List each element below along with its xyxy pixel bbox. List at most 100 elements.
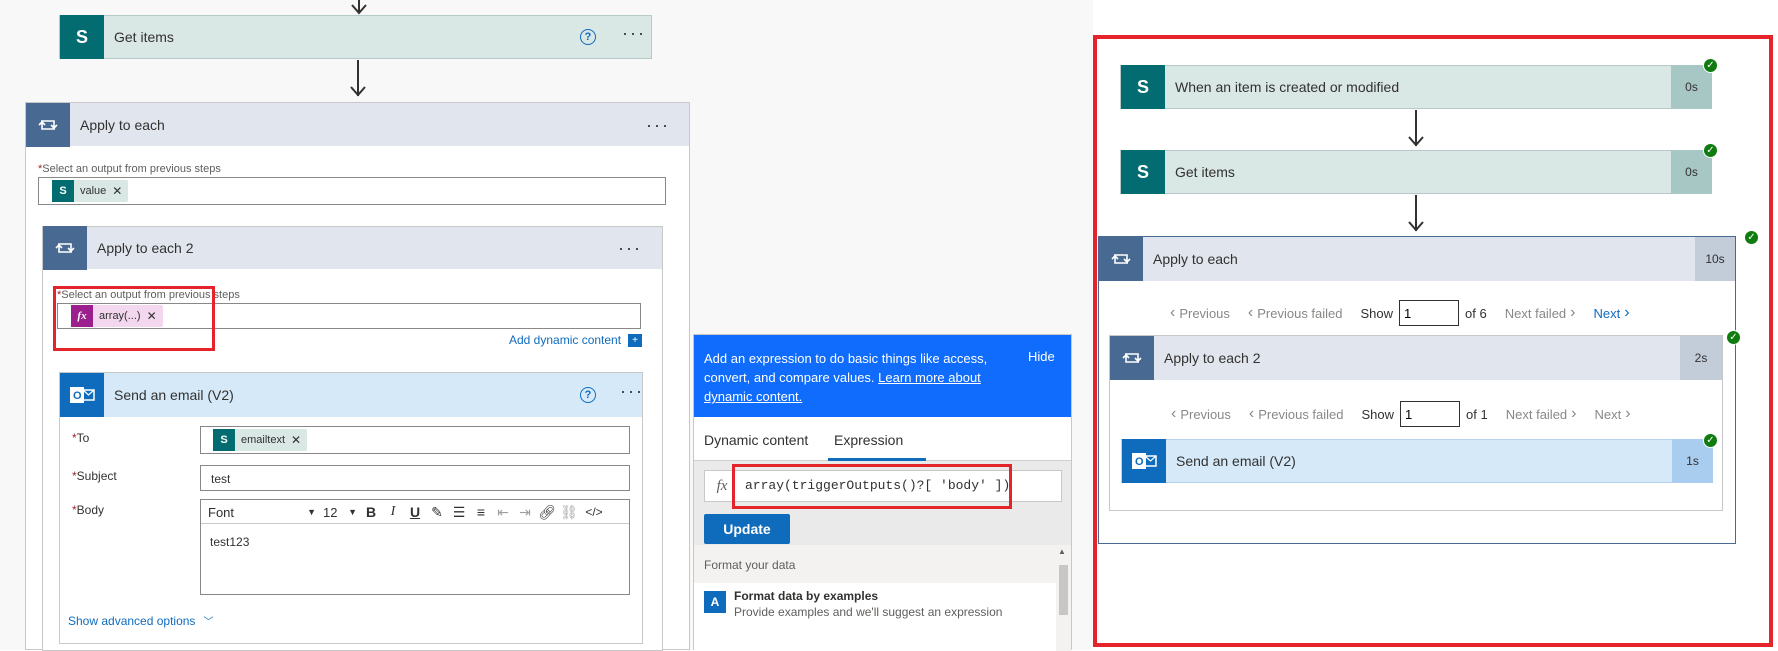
format-item-title[interactable]: Format data by examples: [734, 589, 878, 603]
get-items-card[interactable]: S Get items ? ···: [59, 15, 652, 59]
next-failed-button[interactable]: Next failed ›: [1506, 405, 1577, 423]
card-title: Apply to each: [80, 117, 165, 133]
hide-button[interactable]: Hide: [1028, 349, 1055, 364]
card-title: Get items: [1175, 164, 1235, 180]
success-check-icon: ✓: [1726, 330, 1741, 345]
body-label: *Body: [72, 503, 105, 517]
previous-button[interactable]: ‹ Previous: [1171, 405, 1231, 423]
sharepoint-icon: S: [213, 429, 235, 451]
remove-token-icon[interactable]: ✕: [112, 184, 128, 198]
card-title: Send an email (V2): [114, 387, 234, 403]
highlight-pen-icon[interactable]: ✎: [428, 503, 446, 521]
iteration-pager: ‹Previous ‹Previous failed Show of 6 Nex…: [1170, 300, 1648, 326]
more-options-icon[interactable]: ···: [622, 24, 646, 42]
emailtext-token[interactable]: S emailtext ✕: [213, 429, 308, 451]
format-by-example-icon: A: [704, 591, 726, 613]
loop-icon: [26, 103, 70, 147]
more-options-icon[interactable]: ···: [646, 116, 670, 134]
remove-token-icon[interactable]: ✕: [291, 433, 307, 447]
next-failed-button[interactable]: Next failed ›: [1505, 304, 1576, 322]
show-label: Show: [1361, 406, 1395, 422]
add-dynamic-icon[interactable]: +: [628, 334, 642, 347]
previous-button[interactable]: ‹ Previous: [1170, 304, 1230, 322]
scroll-up-icon[interactable]: ▲: [1058, 547, 1066, 556]
subject-input[interactable]: test: [200, 465, 630, 491]
run-apply-to-each-card: Apply to each 10s ‹ Previous ‹ Previous fa…: [1098, 236, 1736, 544]
to-label: *To: [72, 431, 90, 445]
panel-info-text: Add an expression to do basic things lik…: [704, 351, 988, 404]
show-advanced-options-link[interactable]: Show advanced options ﹀: [68, 613, 214, 629]
outlook-icon: O: [1122, 439, 1166, 483]
loop-icon: [43, 226, 87, 270]
page-count: of 6: [1465, 305, 1487, 321]
sharepoint-icon: S: [1121, 150, 1165, 194]
select-output-input[interactable]: [38, 177, 666, 205]
highlight-box: [732, 464, 1012, 509]
success-check-icon: ✓: [1703, 143, 1718, 158]
iteration-input[interactable]: [1399, 300, 1460, 326]
send-email-card: O Send an email (V2) ? ··· *To S emailte…: [59, 372, 643, 644]
page-count: of 1: [1466, 406, 1488, 422]
loop-icon: [1110, 336, 1154, 380]
success-check-icon: ✓: [1703, 433, 1718, 448]
svg-text:O: O: [1135, 456, 1144, 468]
tab-expression[interactable]: Expression: [834, 432, 903, 448]
apply-to-each-card: Apply to each ··· *Select an output from…: [25, 102, 690, 651]
next-button[interactable]: Next ›: [1594, 405, 1630, 423]
previous-failed-button[interactable]: ‹ Previous failed: [1248, 304, 1343, 322]
success-check-icon: ✓: [1744, 230, 1759, 245]
card-title: Apply to each 2: [1164, 350, 1261, 366]
tab-dynamic-content[interactable]: Dynamic content: [704, 432, 808, 448]
token-label: value: [80, 185, 107, 197]
duration-badge: 2s: [1680, 336, 1722, 380]
next-button[interactable]: Next ›: [1593, 304, 1629, 322]
card-title: Get items: [114, 29, 174, 45]
font-dropdown[interactable]: Font ▼: [208, 503, 316, 521]
underline-icon[interactable]: U: [406, 503, 424, 521]
more-options-icon[interactable]: ···: [620, 382, 644, 400]
format-header: Format your data: [704, 558, 796, 572]
arrow-down-icon: [1408, 136, 1424, 147]
body-text: test123: [210, 535, 250, 549]
duration-badge: 10s: [1695, 237, 1735, 281]
update-button[interactable]: Update: [704, 514, 790, 544]
card-title: Send an email (V2): [1176, 453, 1296, 469]
run-trigger-card[interactable]: S When an item is created or modified 0s: [1120, 65, 1712, 109]
decrease-indent-icon[interactable]: ⇤: [494, 503, 512, 521]
sharepoint-icon: S: [60, 15, 104, 59]
numbered-list-icon[interactable]: ≡: [472, 503, 490, 521]
link-icon[interactable]: 🔗︎: [538, 503, 556, 521]
select-output-label: *Select an output from previous steps: [38, 163, 221, 175]
sharepoint-icon: S: [52, 180, 74, 202]
show-label: Show: [1360, 305, 1394, 321]
run-apply-to-each-2-card: Apply to each 2 2s ‹ Previous ‹ Previous f…: [1109, 335, 1723, 511]
run-get-items-card[interactable]: S Get items 0s: [1120, 150, 1712, 194]
svg-text:O: O: [73, 390, 82, 402]
chevron-down-icon: ﹀: [203, 617, 214, 628]
code-view-icon[interactable]: </>: [582, 503, 606, 521]
add-dynamic-content-link[interactable]: Add dynamic content: [509, 333, 621, 347]
highlight-box: [53, 286, 215, 351]
font-size-dropdown[interactable]: 12 ▼: [323, 503, 357, 521]
value-token[interactable]: S value ✕: [52, 180, 129, 202]
run-send-email-card[interactable]: O Send an email (V2) 1s: [1121, 439, 1713, 483]
unlink-icon[interactable]: ⛓︎: [560, 503, 578, 521]
bullet-list-icon[interactable]: ☰: [450, 503, 468, 521]
card-title: When an item is created or modified: [1175, 79, 1400, 95]
help-icon[interactable]: ?: [580, 29, 596, 45]
bold-icon[interactable]: B: [362, 503, 380, 521]
increase-indent-icon[interactable]: ⇥: [516, 503, 534, 521]
iteration-pager: ‹Previous ‹Previous failed Show of 1 Nex…: [1171, 401, 1649, 427]
more-options-icon[interactable]: ···: [618, 239, 642, 257]
help-icon[interactable]: ?: [580, 387, 596, 403]
arrow-down-icon: [1408, 221, 1424, 232]
iteration-input[interactable]: [1400, 401, 1461, 427]
card-title: Apply to each 2: [97, 240, 194, 256]
italic-icon[interactable]: I: [384, 503, 402, 521]
sharepoint-icon: S: [1121, 65, 1165, 109]
arrow-down-icon: [350, 86, 366, 97]
scrollbar-thumb[interactable]: [1059, 565, 1068, 615]
card-title: Apply to each: [1153, 251, 1238, 267]
previous-failed-button[interactable]: ‹ Previous failed: [1249, 405, 1344, 423]
arrow-down-icon: [351, 4, 367, 15]
